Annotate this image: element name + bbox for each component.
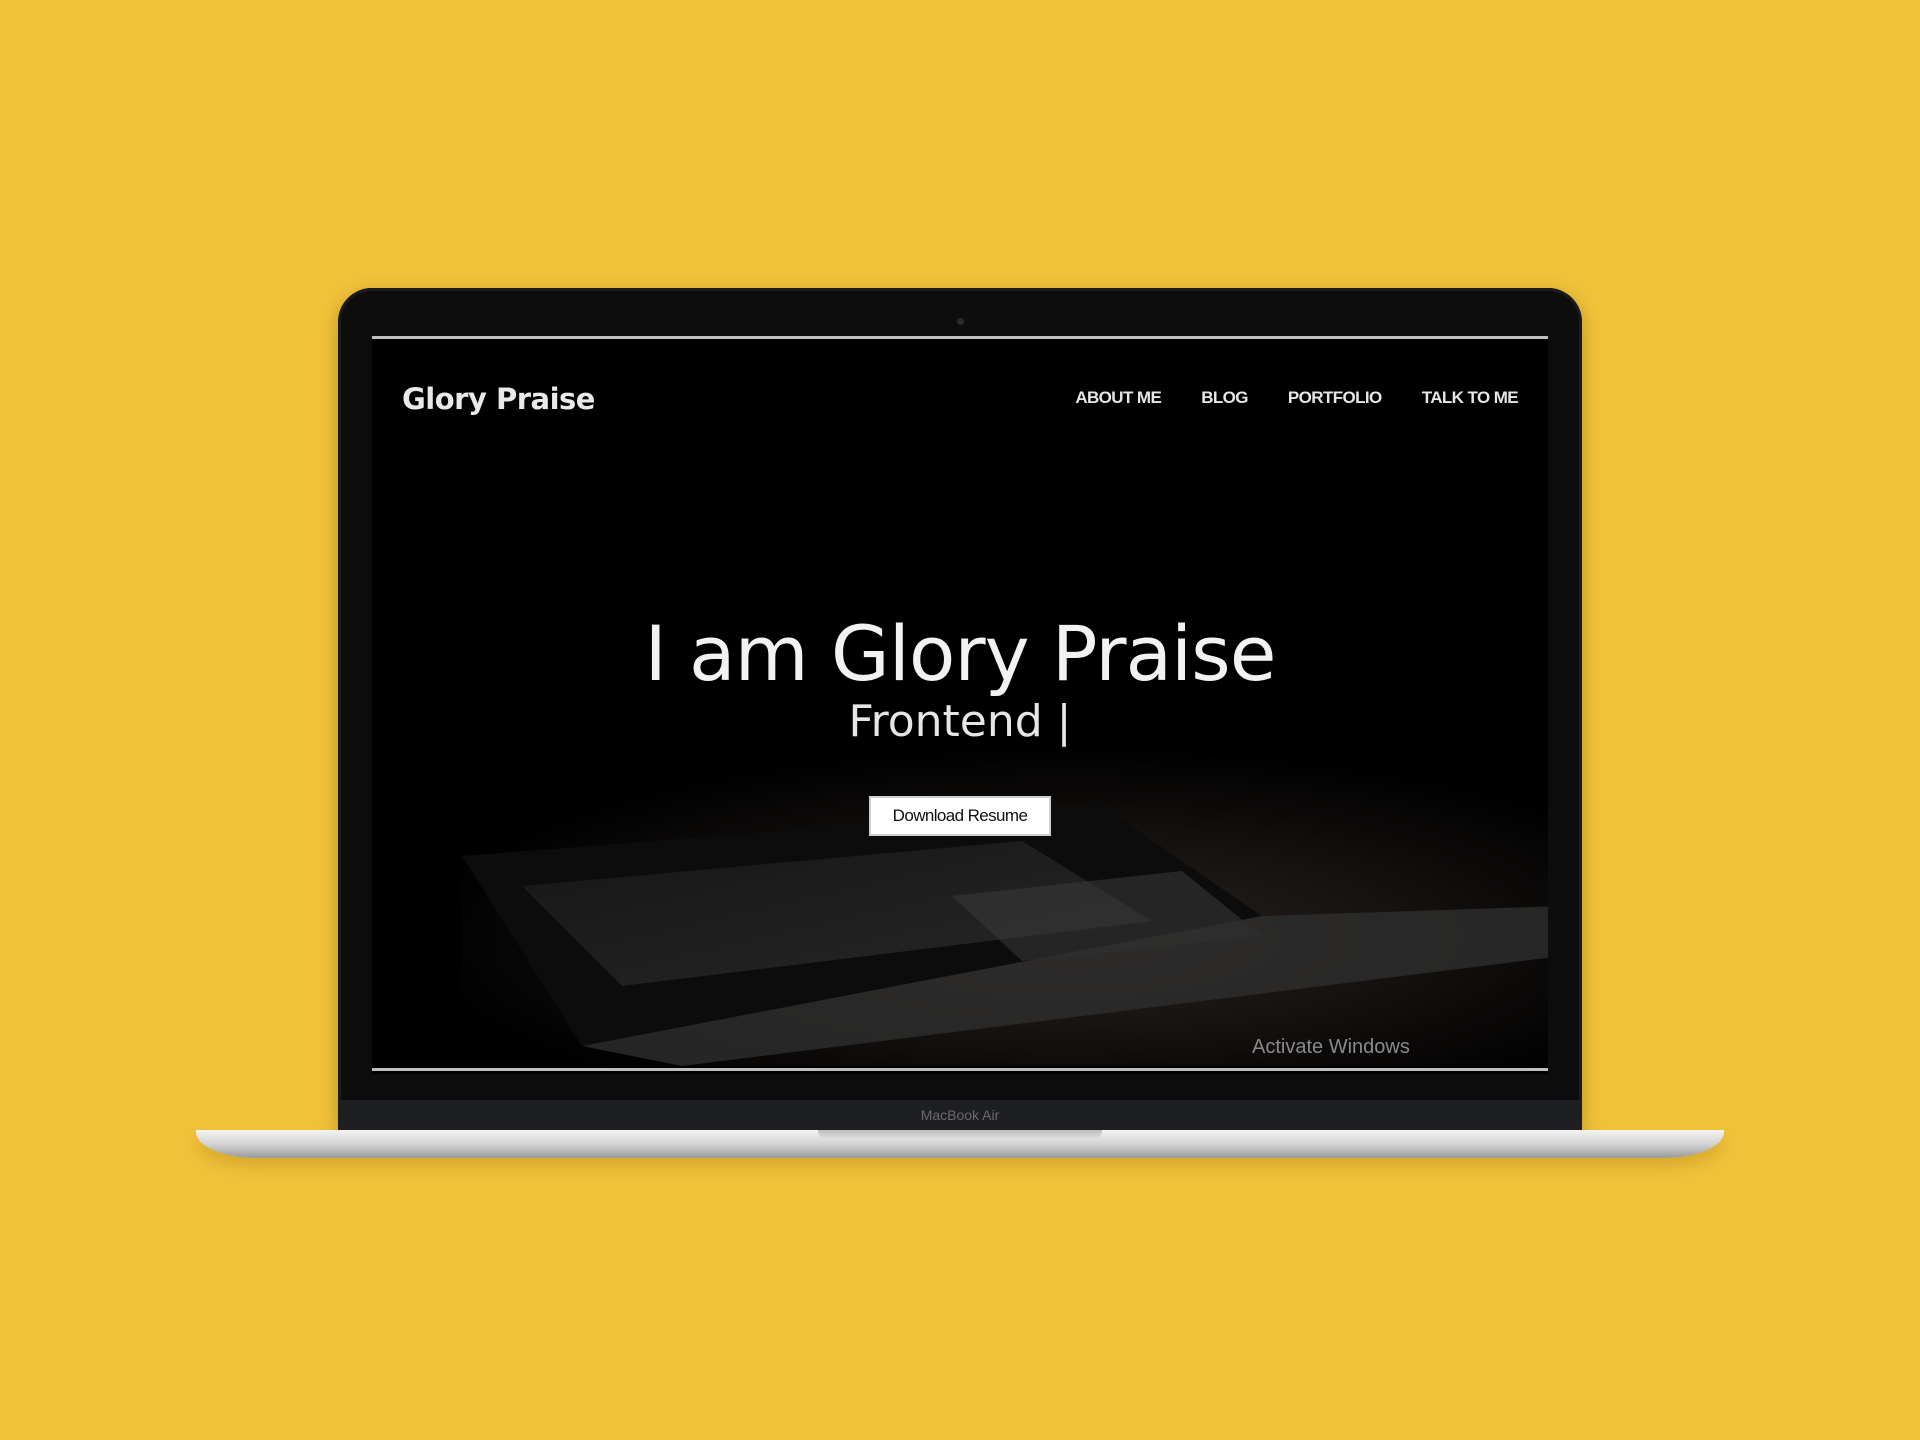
background-laptop-photo [462,746,1548,1066]
nav-talk-to-me[interactable]: TALK TO ME [1422,388,1519,408]
nav-blog[interactable]: BLOG [1201,388,1248,408]
laptop-screen: Glory Praise ABOUT ME BLOG PORTFOLIO TAL… [372,336,1548,1074]
laptop-base-notch [818,1130,1102,1140]
nav-portfolio[interactable]: PORTFOLIO [1288,388,1382,408]
screen-top-divider [372,336,1548,339]
screen-bottom-divider [372,1068,1548,1071]
camera-icon [957,318,964,325]
model-label: MacBook Air [920,1107,1000,1123]
mockup-stage: Glory Praise ABOUT ME BLOG PORTFOLIO TAL… [0,0,1920,1440]
hero-title: I am Glory Praise [644,608,1276,698]
nav-about-me[interactable]: ABOUT ME [1075,388,1161,408]
activate-windows-watermark: Activate Windows [1252,1036,1410,1058]
site-logo[interactable]: Glory Praise [402,382,595,416]
top-nav: ABOUT ME BLOG PORTFOLIO TALK TO ME [1075,388,1518,408]
hero-subtitle: Frontend | [848,696,1072,747]
download-resume-button[interactable]: Download Resume [869,796,1051,836]
